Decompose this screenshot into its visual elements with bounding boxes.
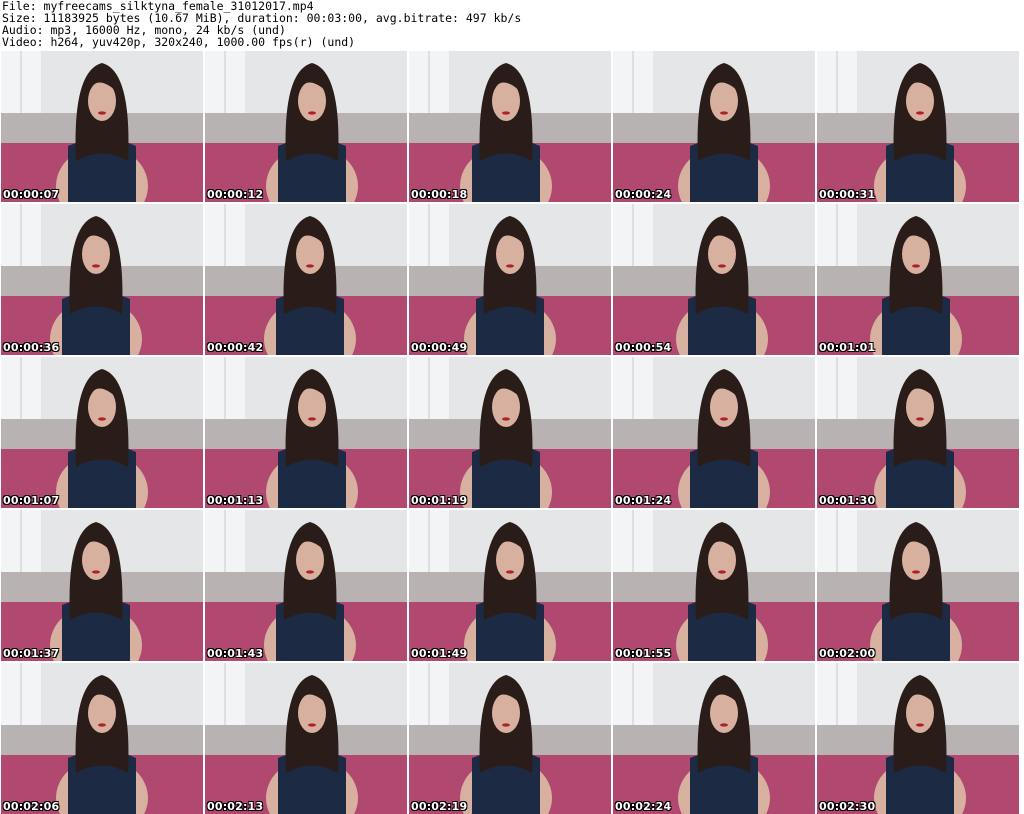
frame-timestamp: 00:00:42	[207, 341, 264, 354]
video-frame-thumbnail[interactable]: 00:00:42	[205, 204, 407, 355]
video-frame-thumbnail[interactable]: 00:01:49	[409, 510, 611, 661]
video-frame-thumbnail[interactable]: 00:00:54	[613, 204, 815, 355]
video-frame-thumbnail[interactable]: 00:02:24	[613, 663, 815, 814]
frame-image	[1, 510, 203, 661]
video-frame-thumbnail[interactable]: 00:02:06	[1, 663, 203, 814]
file-info-header: File: myfreecams_silktyna_female_3101201…	[2, 0, 1022, 48]
frame-image	[613, 510, 815, 661]
frame-image	[409, 51, 611, 202]
frame-timestamp: 00:01:01	[819, 341, 876, 354]
frame-image	[205, 204, 407, 355]
frame-timestamp: 00:00:12	[207, 188, 264, 201]
frame-timestamp: 00:02:30	[819, 800, 876, 813]
frame-image	[409, 663, 611, 814]
frame-image	[817, 663, 1019, 814]
video-frame-thumbnail[interactable]: 00:01:43	[205, 510, 407, 661]
frame-timestamp: 00:02:19	[411, 800, 468, 813]
video-frame-thumbnail[interactable]: 00:01:19	[409, 357, 611, 508]
frame-timestamp: 00:01:49	[411, 647, 468, 660]
frame-timestamp: 00:02:00	[819, 647, 876, 660]
frame-image	[1, 663, 203, 814]
video-frame-thumbnail[interactable]: 00:00:24	[613, 51, 815, 202]
video-frame-thumbnail[interactable]: 00:02:19	[409, 663, 611, 814]
frame-image	[613, 51, 815, 202]
video-frame-thumbnail[interactable]: 00:01:24	[613, 357, 815, 508]
frame-timestamp: 00:01:30	[819, 494, 876, 507]
frame-timestamp: 00:02:13	[207, 800, 264, 813]
frame-image	[1, 357, 203, 508]
frame-timestamp: 00:02:06	[3, 800, 60, 813]
frame-timestamp: 00:00:49	[411, 341, 468, 354]
frame-image	[1, 204, 203, 355]
frame-timestamp: 00:01:43	[207, 647, 264, 660]
frame-timestamp: 00:01:24	[615, 494, 672, 507]
video-frame-thumbnail[interactable]: 00:00:18	[409, 51, 611, 202]
frame-timestamp: 00:02:24	[615, 800, 672, 813]
frame-timestamp: 00:01:07	[3, 494, 60, 507]
video-frame-thumbnail[interactable]: 00:00:31	[817, 51, 1019, 202]
frame-image	[1, 51, 203, 202]
frame-timestamp: 00:00:36	[3, 341, 60, 354]
frame-timestamp: 00:00:31	[819, 188, 876, 201]
frame-timestamp: 00:01:13	[207, 494, 264, 507]
frame-image	[613, 663, 815, 814]
frame-timestamp: 00:00:18	[411, 188, 468, 201]
frame-timestamp: 00:00:54	[615, 341, 672, 354]
frame-timestamp: 00:00:07	[3, 188, 60, 201]
video-frame-thumbnail[interactable]: 00:02:30	[817, 663, 1019, 814]
frame-image	[409, 510, 611, 661]
frame-image	[817, 51, 1019, 202]
video-info-line: Video: h264, yuv420p, 320x240, 1000.00 f…	[2, 35, 356, 49]
frame-image	[817, 204, 1019, 355]
frame-timestamp: 00:00:24	[615, 188, 672, 201]
frame-image	[613, 357, 815, 508]
video-frame-thumbnail[interactable]: 00:01:07	[1, 357, 203, 508]
frame-image	[205, 357, 407, 508]
video-frame-thumbnail[interactable]: 00:01:37	[1, 510, 203, 661]
frame-image	[817, 510, 1019, 661]
frame-image	[409, 357, 611, 508]
thumbnail-grid: 00:00:07 00:00:12 00:00:18 00:00:24 00:00:31…	[1, 51, 1023, 814]
frame-image	[205, 663, 407, 814]
video-frame-thumbnail[interactable]: 00:01:01	[817, 204, 1019, 355]
frame-image	[205, 51, 407, 202]
frame-image	[409, 204, 611, 355]
frame-image	[817, 357, 1019, 508]
video-frame-thumbnail[interactable]: 00:02:13	[205, 663, 407, 814]
video-frame-thumbnail[interactable]: 00:01:13	[205, 357, 407, 508]
video-frame-thumbnail[interactable]: 00:00:07	[1, 51, 203, 202]
video-frame-thumbnail[interactable]: 00:00:36	[1, 204, 203, 355]
frame-image	[613, 204, 815, 355]
frame-image	[205, 510, 407, 661]
video-frame-thumbnail[interactable]: 00:01:55	[613, 510, 815, 661]
video-frame-thumbnail[interactable]: 00:01:30	[817, 357, 1019, 508]
video-frame-thumbnail[interactable]: 00:00:49	[409, 204, 611, 355]
video-frame-thumbnail[interactable]: 00:02:00	[817, 510, 1019, 661]
video-frame-thumbnail[interactable]: 00:00:12	[205, 51, 407, 202]
frame-timestamp: 00:01:19	[411, 494, 468, 507]
frame-timestamp: 00:01:37	[3, 647, 60, 660]
frame-timestamp: 00:01:55	[615, 647, 672, 660]
